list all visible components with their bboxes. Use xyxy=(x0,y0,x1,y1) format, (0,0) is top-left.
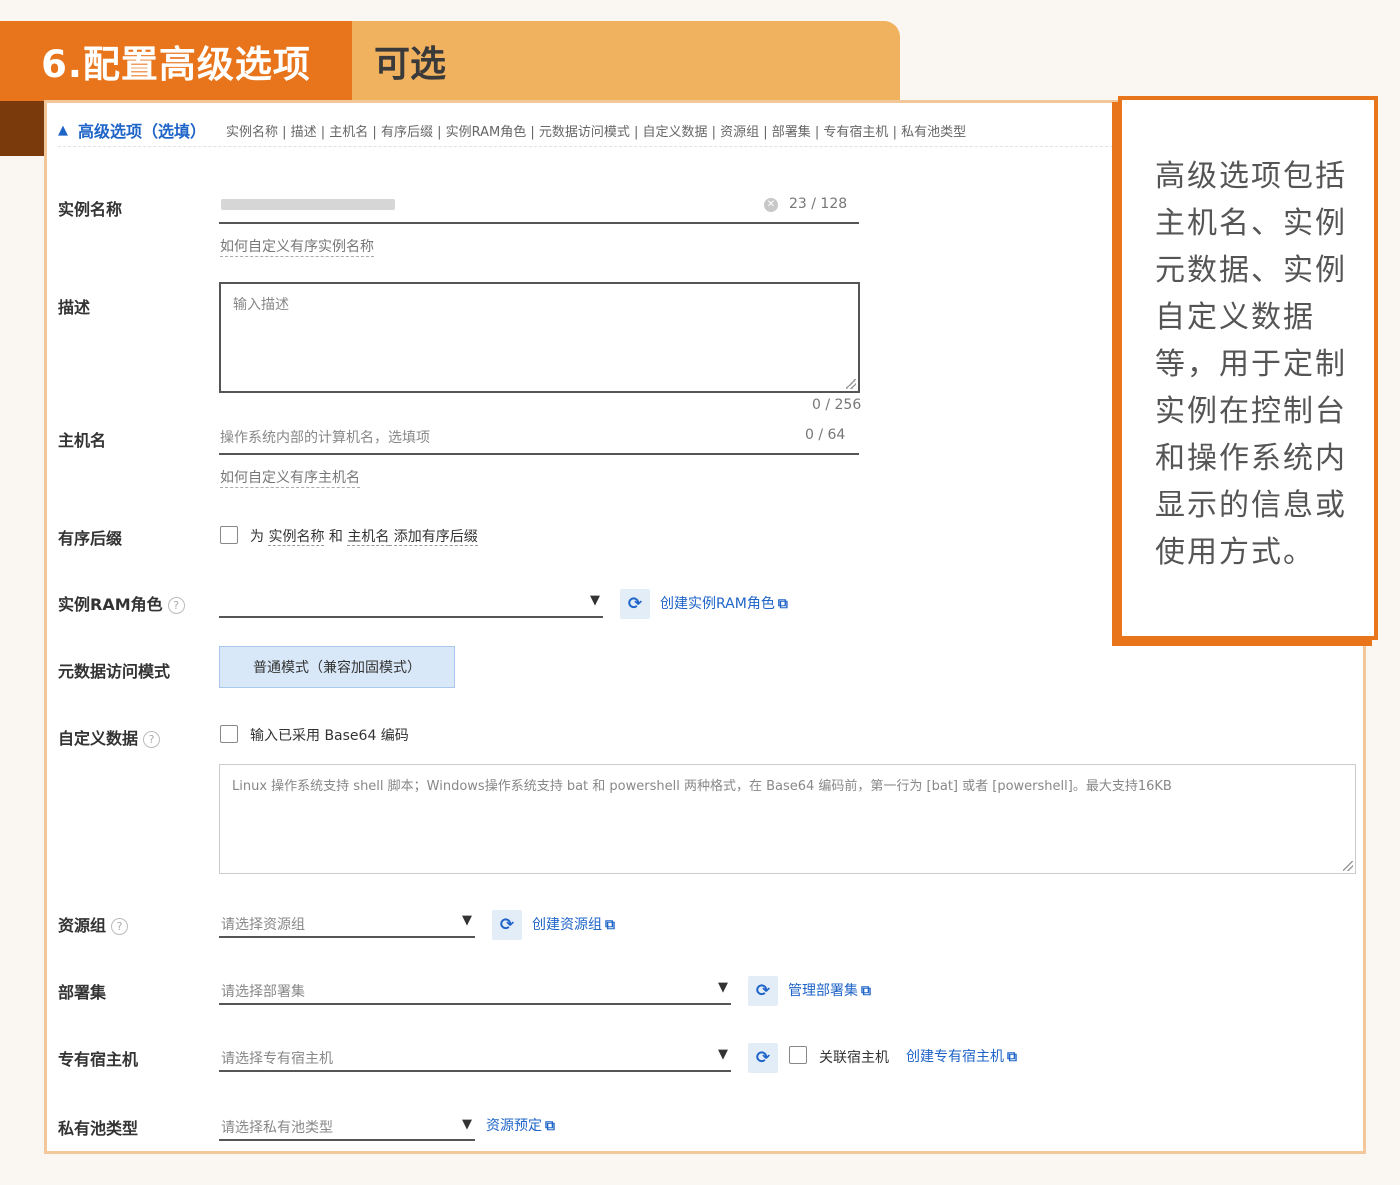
dropdown-arrow-icon[interactable]: ▼ xyxy=(462,1117,472,1132)
advanced-options-header[interactable]: ▲ 高级选项（选填） 实例名称 | 描述 | 主机名 | 有序后缀 | 实例RA… xyxy=(58,114,1118,147)
dropdown-arrow-icon[interactable]: ▼ xyxy=(718,980,728,995)
metadata-mode-label: 元数据访问模式 xyxy=(58,662,171,681)
ordered-suffix-checkbox[interactable] xyxy=(220,526,238,544)
create-dedicated-host-text[interactable]: 创建专有宿主机 xyxy=(906,1049,1004,1065)
external-link-icon[interactable]: ⧉ xyxy=(1007,1049,1017,1065)
suffix-instance-name-link[interactable]: 实例名称 xyxy=(268,529,325,546)
instance-name-label: 实例名称 xyxy=(58,200,123,219)
instance-name-input[interactable] xyxy=(219,222,859,224)
create-resource-group-link[interactable]: 创建资源组 ⧉ xyxy=(532,914,615,934)
description-label: 描述 xyxy=(58,298,91,317)
resource-group-placeholder: 请选择资源组 xyxy=(221,917,305,933)
clear-icon[interactable]: ✕ xyxy=(764,198,778,212)
resource-reservation-text[interactable]: 资源预定 xyxy=(486,1118,542,1134)
user-data-label: 自定义数据? xyxy=(58,725,161,749)
description-textarea[interactable]: 输入描述 xyxy=(219,282,860,393)
external-link-icon[interactable]: ⧉ xyxy=(605,917,615,933)
ordered-suffix-label: 有序后缀 xyxy=(58,529,123,548)
hostname-help-link[interactable]: 如何自定义有序主机名 xyxy=(220,467,360,488)
ram-role-select[interactable] xyxy=(219,616,603,618)
resource-reservation-link[interactable]: 资源预定 ⧉ xyxy=(486,1115,555,1135)
instance-name-counter: 23 / 128 xyxy=(789,196,848,212)
instance-name-value-redacted xyxy=(221,199,395,210)
dropdown-arrow-icon[interactable]: ▼ xyxy=(590,593,600,608)
optional-label: 可选 xyxy=(374,44,447,85)
create-resource-group-text[interactable]: 创建资源组 xyxy=(532,917,602,933)
resize-handle-icon[interactable] xyxy=(1343,861,1353,871)
advanced-fields-summary: 实例名称 | 描述 | 主机名 | 有序后缀 | 实例RAM角色 | 元数据访问… xyxy=(226,124,967,140)
hostname-counter: 0 / 64 xyxy=(805,427,846,443)
private-pool-placeholder: 请选择私有池类型 xyxy=(221,1120,333,1136)
resource-group-label: 资源组? xyxy=(58,912,129,936)
private-pool-label: 私有池类型 xyxy=(58,1119,139,1138)
refresh-icon[interactable]: ⟳ xyxy=(492,910,522,940)
metadata-mode-normal-button[interactable]: 普通模式（兼容加固模式） xyxy=(219,646,455,688)
dropdown-arrow-icon[interactable]: ▼ xyxy=(718,1047,728,1062)
ram-role-label-text: 实例RAM角色 xyxy=(58,595,163,614)
deployment-set-placeholder: 请选择部署集 xyxy=(221,984,305,1000)
suffix-hostname-link[interactable]: 主机名 xyxy=(347,529,390,546)
user-data-label-text: 自定义数据 xyxy=(58,729,139,748)
associate-host-checkbox[interactable] xyxy=(789,1046,807,1064)
help-icon[interactable]: ? xyxy=(167,597,185,614)
resource-group-label-text: 资源组 xyxy=(58,916,107,935)
manage-deployment-set-text[interactable]: 管理部署集 xyxy=(788,983,858,999)
hostname-label: 主机名 xyxy=(58,431,107,450)
callout-text: 高级选项包括主机名、实例元数据、实例自定义数据等，用于定制实例在控制台和操作系统… xyxy=(1155,159,1347,570)
suffix-text-prefix: 为 xyxy=(250,529,269,545)
help-icon[interactable]: ? xyxy=(111,918,129,935)
create-dedicated-host-link[interactable]: 创建专有宿主机 ⧉ xyxy=(906,1046,1017,1066)
create-ram-role-text[interactable]: 创建实例RAM角色 xyxy=(660,596,775,612)
dedicated-host-select[interactable] xyxy=(219,1070,731,1072)
user-data-placeholder: Linux 操作系统支持 shell 脚本；Windows操作系统支持 bat … xyxy=(232,779,1172,794)
deployment-set-select[interactable] xyxy=(219,1003,731,1005)
private-pool-select[interactable] xyxy=(219,1139,475,1141)
external-link-icon[interactable]: ⧉ xyxy=(861,983,871,999)
base64-checkbox-label: 输入已采用 Base64 编码 xyxy=(250,728,409,744)
ordered-suffix-text: 为 实例名称 和 主机名 添加有序后缀 xyxy=(250,526,478,546)
create-ram-role-link[interactable]: 创建实例RAM角色 ⧉ xyxy=(660,593,788,613)
associate-host-label: 关联宿主机 xyxy=(819,1050,889,1066)
advanced-options-title[interactable]: 高级选项（选填） xyxy=(78,118,206,142)
description-counter: 0 / 256 xyxy=(812,397,862,413)
description-placeholder: 输入描述 xyxy=(233,297,289,313)
user-data-textarea[interactable]: Linux 操作系统支持 shell 脚本；Windows操作系统支持 bat … xyxy=(219,764,1356,874)
manage-deployment-set-link[interactable]: 管理部署集 ⧉ xyxy=(788,980,871,1000)
instance-name-help-link[interactable]: 如何自定义有序实例名称 xyxy=(220,236,374,257)
dropdown-arrow-icon[interactable]: ▼ xyxy=(462,913,472,928)
dedicated-host-placeholder: 请选择专有宿主机 xyxy=(221,1051,333,1067)
hostname-placeholder: 操作系统内部的计算机名，选填项 xyxy=(220,430,430,446)
section-title: 6.配置高级选项 xyxy=(0,21,352,101)
refresh-icon[interactable]: ⟳ xyxy=(748,1043,778,1073)
deployment-set-label: 部署集 xyxy=(58,983,107,1002)
resource-group-select[interactable] xyxy=(219,936,475,938)
hostname-input[interactable] xyxy=(219,453,859,455)
external-link-icon[interactable]: ⧉ xyxy=(545,1118,555,1134)
base64-checkbox[interactable] xyxy=(220,725,238,743)
external-link-icon[interactable]: ⧉ xyxy=(778,596,788,612)
dedicated-host-label: 专有宿主机 xyxy=(58,1050,139,1069)
refresh-icon[interactable]: ⟳ xyxy=(748,976,778,1006)
collapse-caret-icon[interactable]: ▲ xyxy=(58,123,68,138)
suffix-text-mid: 和 xyxy=(324,529,348,545)
ram-role-label: 实例RAM角色? xyxy=(58,591,185,615)
suffix-text-suffix: 添加有序后缀 xyxy=(389,529,478,546)
resize-handle-icon[interactable] xyxy=(846,379,856,389)
refresh-icon[interactable]: ⟳ xyxy=(620,589,650,619)
help-icon[interactable]: ? xyxy=(143,731,161,748)
